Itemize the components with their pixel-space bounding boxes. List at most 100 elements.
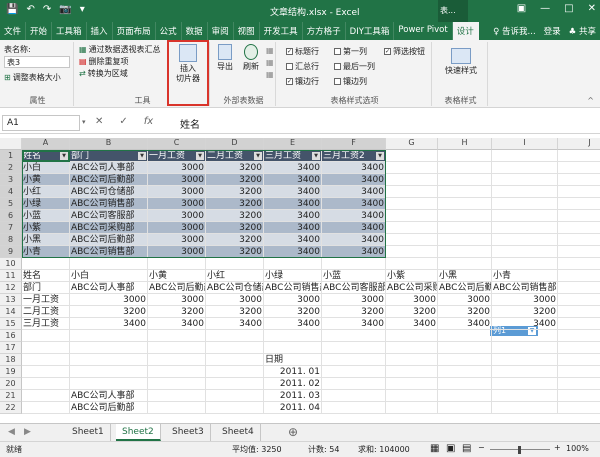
tab-scroll-right-icon[interactable]: ▶ <box>24 427 31 437</box>
transposed-cell[interactable]: 小白 <box>70 270 148 282</box>
row-header[interactable]: 16 <box>0 330 22 342</box>
empty-cell[interactable] <box>386 342 438 354</box>
transposed-cell[interactable]: ABC公司人事部 <box>70 282 148 294</box>
table-cell[interactable]: 3000 <box>148 162 206 174</box>
select-all-corner[interactable] <box>0 138 22 150</box>
table-cell[interactable]: 3400 <box>322 174 386 186</box>
open-browser-icon[interactable]: ▦ <box>266 58 274 67</box>
row-header[interactable]: 3 <box>0 174 22 186</box>
row-header[interactable]: 7 <box>0 222 22 234</box>
zoom-out-icon[interactable]: − <box>478 443 485 452</box>
empty-cell[interactable] <box>386 330 438 342</box>
transposed-cell[interactable]: 3400 <box>70 318 148 330</box>
transposed-cell[interactable]: 小黑 <box>438 270 492 282</box>
empty-cell[interactable] <box>386 246 438 258</box>
header-row-checkbox[interactable]: ✓ 标题行 <box>286 46 319 57</box>
table-cell[interactable]: 3400 <box>322 198 386 210</box>
add-sheet-icon[interactable]: ⊕ <box>288 425 298 439</box>
transposed-cell[interactable]: 姓名 <box>22 270 70 282</box>
empty-cell[interactable] <box>438 186 492 198</box>
column-header[interactable]: B <box>70 138 148 150</box>
remove-duplicates-button[interactable]: ▤ 删除重复项 <box>79 56 129 67</box>
empty-cell[interactable] <box>558 282 600 294</box>
empty-cell[interactable] <box>558 246 600 258</box>
table-cell[interactable]: 3400 <box>264 198 322 210</box>
empty-cell[interactable] <box>70 258 148 270</box>
empty-cell[interactable] <box>558 378 600 390</box>
table-cell[interactable]: 小绿 <box>22 198 70 210</box>
table-cell[interactable]: ABC公司人事部 <box>70 162 148 174</box>
tab-5[interactable]: 公式 <box>156 22 182 40</box>
empty-cell[interactable] <box>558 366 600 378</box>
empty-cell[interactable] <box>22 378 70 390</box>
empty-cell[interactable] <box>386 234 438 246</box>
empty-cell[interactable] <box>386 198 438 210</box>
empty-cell[interactable] <box>206 402 264 414</box>
table-cell[interactable]: 3200 <box>206 174 264 186</box>
table-cell[interactable]: 小黄 <box>22 174 70 186</box>
properties-small-icon[interactable]: ▦ <box>266 46 274 55</box>
empty-cell[interactable] <box>70 342 148 354</box>
table-cell[interactable]: 3000 <box>148 186 206 198</box>
table-cell[interactable]: 3400 <box>322 234 386 246</box>
empty-cell[interactable] <box>148 342 206 354</box>
table-cell[interactable]: 3400 <box>322 162 386 174</box>
empty-cell[interactable] <box>22 390 70 402</box>
table-cell[interactable]: 3200 <box>206 198 264 210</box>
empty-cell[interactable] <box>492 258 558 270</box>
last-column-checkbox[interactable]: 最后一列 <box>334 61 375 72</box>
empty-cell[interactable] <box>148 354 206 366</box>
table-cell[interactable]: ABC公司后勤部 <box>70 174 148 186</box>
empty-cell[interactable] <box>206 342 264 354</box>
sheet-tab-sheet2[interactable]: Sheet2 <box>116 424 161 441</box>
empty-cell[interactable] <box>558 294 600 306</box>
filter-dropdown-icon[interactable]: ▼ <box>138 152 146 160</box>
zoom-in-icon[interactable]: + <box>554 443 561 452</box>
undo-icon[interactable]: ↶ <box>26 4 34 15</box>
empty-cell[interactable] <box>492 150 558 162</box>
transposed-cell[interactable]: ABC公司采购部 <box>386 282 438 294</box>
quick-styles-button[interactable]: 快速样式 <box>438 48 484 76</box>
empty-cell[interactable] <box>438 366 492 378</box>
table-cell[interactable]: 3400 <box>264 234 322 246</box>
table-header-cell[interactable]: 姓名 ▼ <box>22 150 70 162</box>
sheet-tab-sheet3[interactable]: Sheet3 <box>166 424 211 441</box>
transposed-cell[interactable]: 3200 <box>264 306 322 318</box>
empty-cell[interactable] <box>322 330 386 342</box>
empty-cell[interactable] <box>386 402 438 414</box>
empty-cell[interactable] <box>558 174 600 186</box>
table-cell[interactable]: ABC公司仓储部 <box>70 186 148 198</box>
first-column-checkbox[interactable]: 第一列 <box>334 46 367 57</box>
tab-2[interactable]: 工具箱 <box>52 22 87 40</box>
empty-cell[interactable] <box>492 402 558 414</box>
total-row-checkbox[interactable]: 汇总行 <box>286 61 319 72</box>
empty-cell[interactable] <box>322 390 386 402</box>
transposed-cell[interactable]: 小黄 <box>148 270 206 282</box>
row-header[interactable]: 6 <box>0 210 22 222</box>
transposed-cell[interactable]: 小紫 <box>386 270 438 282</box>
tab-13[interactable]: 设计 <box>452 22 479 40</box>
transposed-cell[interactable]: 3400 <box>438 318 492 330</box>
empty-cell[interactable] <box>558 198 600 210</box>
zoom-thumb[interactable] <box>518 446 521 454</box>
table-cell[interactable]: 3000 <box>148 246 206 258</box>
empty-cell[interactable] <box>558 318 600 330</box>
date-header-cell[interactable]: 日期 <box>264 354 322 366</box>
table-cell[interactable]: 3200 <box>206 186 264 198</box>
share-button[interactable]: ♣ 共享 <box>569 25 596 37</box>
table-cell[interactable]: 3000 <box>148 234 206 246</box>
tab-8[interactable]: 视图 <box>234 22 260 40</box>
empty-cell[interactable] <box>264 342 322 354</box>
minimize-button[interactable]: — <box>540 3 550 14</box>
empty-cell[interactable] <box>322 402 386 414</box>
empty-cell[interactable] <box>438 402 492 414</box>
empty-cell[interactable] <box>438 174 492 186</box>
empty-cell[interactable] <box>386 210 438 222</box>
empty-cell[interactable] <box>492 354 558 366</box>
transposed-cell[interactable]: 小红 <box>206 270 264 282</box>
table-cell[interactable]: 3400 <box>264 246 322 258</box>
empty-cell[interactable] <box>386 162 438 174</box>
column-header[interactable]: G <box>386 138 438 150</box>
row-header[interactable]: 14 <box>0 306 22 318</box>
empty-cell[interactable] <box>492 378 558 390</box>
